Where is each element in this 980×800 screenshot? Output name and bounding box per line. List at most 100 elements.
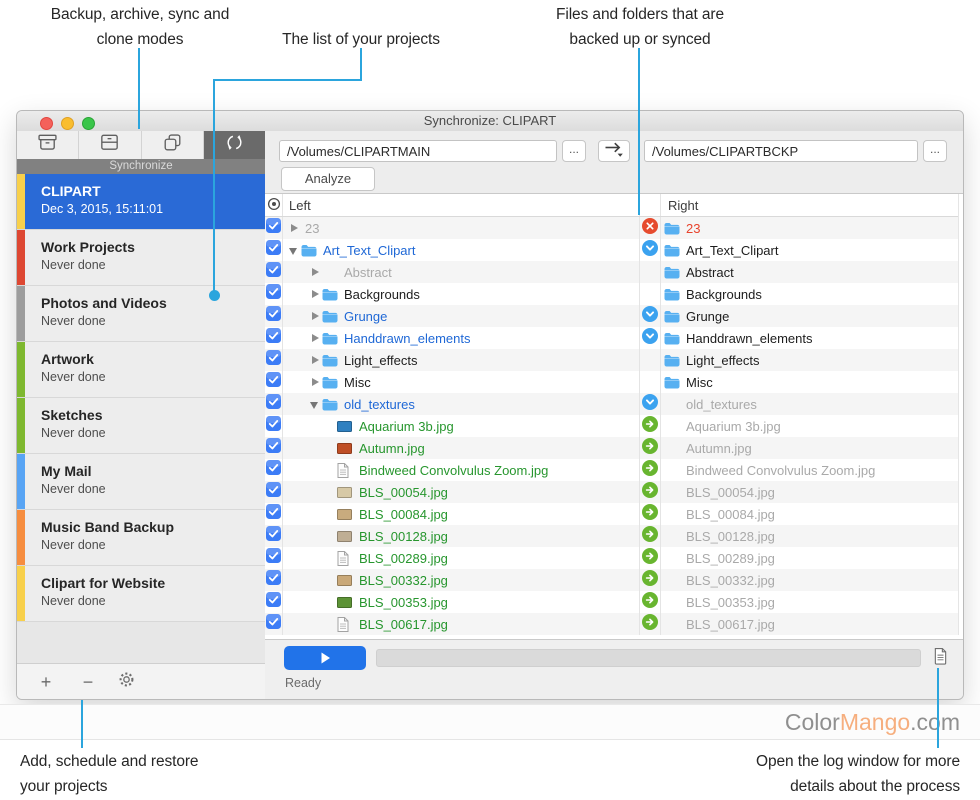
row-checkbox[interactable] <box>266 262 281 282</box>
row-checkbox[interactable] <box>266 240 281 260</box>
row-checkbox[interactable] <box>266 372 281 392</box>
project-item[interactable]: Work ProjectsNever done <box>17 230 265 286</box>
backup-mode-icon <box>36 131 59 159</box>
file-row[interactable]: BLS_00084.jpgBLS_00084.jpg <box>265 503 958 525</box>
file-row[interactable]: Handdrawn_elementsHanddrawn_elements <box>265 327 958 349</box>
file-row[interactable]: BLS_00617.jpgBLS_00617.jpg <box>265 613 958 635</box>
file-row[interactable]: BLS_00289.jpgBLS_00289.jpg <box>265 547 958 569</box>
row-checkbox[interactable] <box>266 438 281 458</box>
file-row[interactable]: BackgroundsBackgrounds <box>265 283 958 305</box>
sync-direction-button[interactable] <box>598 140 630 162</box>
mode-tab-archive[interactable] <box>79 131 141 159</box>
project-list: CLIPARTDec 3, 2015, 15:11:01Work Project… <box>17 174 265 622</box>
settings-button[interactable] <box>115 664 137 700</box>
left-item-name: Handdrawn_elements <box>342 331 470 346</box>
archive-mode-icon <box>98 131 121 159</box>
file-row[interactable]: Art_Text_ClipartArt_Text_Clipart <box>265 239 958 261</box>
file-row[interactable]: Light_effectsLight_effects <box>265 349 958 371</box>
folder-icon <box>322 288 342 301</box>
file-row[interactable]: AbstractAbstract <box>265 261 958 283</box>
row-checkbox[interactable] <box>266 306 281 326</box>
file-row[interactable]: MiscMisc <box>265 371 958 393</box>
row-checkbox[interactable] <box>266 394 281 414</box>
project-item[interactable]: SketchesNever done <box>17 398 265 454</box>
status-down-icon <box>642 306 658 327</box>
start-sync-button[interactable] <box>284 646 366 670</box>
disclosure-toggle-icon[interactable] <box>308 371 322 393</box>
disclosure-toggle-icon[interactable] <box>308 393 322 415</box>
row-checkbox[interactable] <box>266 328 281 348</box>
callout-line-log <box>937 668 939 748</box>
analyze-button[interactable]: Analyze <box>281 167 375 191</box>
mode-label: Synchronize <box>17 159 265 174</box>
close-button[interactable] <box>40 117 53 130</box>
disclosure-toggle-icon[interactable] <box>308 283 322 305</box>
disclosure-toggle-icon[interactable] <box>287 239 301 261</box>
right-item-name: Light_effects <box>684 353 759 368</box>
file-list: 2323Art_Text_ClipartArt_Text_ClipartAbst… <box>265 217 958 635</box>
left-item-name: BLS_00353.jpg <box>357 595 448 610</box>
row-checkbox[interactable] <box>266 570 281 590</box>
row-checkbox[interactable] <box>266 526 281 546</box>
row-checkbox[interactable] <box>266 504 281 524</box>
disclosure-toggle-icon[interactable] <box>308 305 322 327</box>
project-item[interactable]: CLIPARTDec 3, 2015, 15:11:01 <box>17 174 265 230</box>
file-row[interactable]: 2323 <box>265 217 958 239</box>
row-checkbox[interactable] <box>266 482 281 502</box>
file-row[interactable]: Autumn.jpgAutumn.jpg <box>265 437 958 459</box>
row-checkbox[interactable] <box>266 350 281 370</box>
mode-tab-backup[interactable] <box>17 131 79 159</box>
remove-project-button[interactable]: − <box>77 664 99 700</box>
callout-line-files <box>638 48 640 215</box>
title-bar[interactable]: Synchronize: CLIPART <box>17 111 963 132</box>
project-item[interactable]: My MailNever done <box>17 454 265 510</box>
row-checkbox[interactable] <box>266 548 281 568</box>
row-checkbox[interactable] <box>266 284 281 304</box>
project-color-stripe <box>17 342 25 397</box>
annotation-files: Files and folders that are backed up or … <box>556 2 724 52</box>
project-item[interactable]: Clipart for WebsiteNever done <box>17 566 265 622</box>
file-row[interactable]: BLS_00054.jpgBLS_00054.jpg <box>265 481 958 503</box>
mode-tab-clone[interactable] <box>142 131 204 159</box>
right-column-header: Right <box>661 194 958 216</box>
open-log-button[interactable] <box>929 647 951 671</box>
status-copy-icon <box>642 504 658 525</box>
project-item[interactable]: ArtworkNever done <box>17 342 265 398</box>
row-checkbox[interactable] <box>266 614 281 634</box>
file-row[interactable]: old_texturesold_textures <box>265 393 958 415</box>
file-row[interactable]: Aquarium 3b.jpgAquarium 3b.jpg <box>265 415 958 437</box>
file-row[interactable]: Bindweed Convolvulus Zoom.jpgBindweed Co… <box>265 459 958 481</box>
browse-left-button[interactable]: ... <box>562 140 586 162</box>
file-list-header: Left Right <box>265 194 958 217</box>
document-icon <box>337 463 357 478</box>
right-path-input[interactable] <box>644 140 918 162</box>
row-checkbox[interactable] <box>266 460 281 480</box>
minimize-button[interactable] <box>61 117 74 130</box>
disclosure-toggle-icon[interactable] <box>308 349 322 371</box>
project-item[interactable]: Music Band BackupNever done <box>17 510 265 566</box>
project-item[interactable]: Photos and VideosNever done <box>17 286 265 342</box>
row-checkbox[interactable] <box>266 416 281 436</box>
disclosure-toggle-icon[interactable] <box>308 327 322 349</box>
sidebar-footer: + − <box>17 663 265 700</box>
zoom-button[interactable] <box>82 117 95 130</box>
file-row[interactable]: GrungeGrunge <box>265 305 958 327</box>
arrow-right-icon <box>603 141 625 161</box>
left-path-input[interactable] <box>279 140 557 162</box>
add-project-button[interactable]: + <box>35 664 57 700</box>
folder-icon <box>664 222 684 235</box>
row-checkbox[interactable] <box>266 218 281 238</box>
file-row[interactable]: BLS_00332.jpgBLS_00332.jpg <box>265 569 958 591</box>
clone-mode-icon <box>161 131 184 159</box>
left-item-name: Grunge <box>342 309 387 324</box>
project-name: Sketches <box>41 407 102 423</box>
folder-icon <box>322 332 342 345</box>
disclosure-toggle-icon[interactable] <box>308 261 322 283</box>
row-checkbox[interactable] <box>266 592 281 612</box>
file-row[interactable]: BLS_00353.jpgBLS_00353.jpg <box>265 591 958 613</box>
file-row[interactable]: BLS_00128.jpgBLS_00128.jpg <box>265 525 958 547</box>
browse-right-button[interactable]: ... <box>923 140 947 162</box>
folder-icon <box>322 398 342 411</box>
disclosure-toggle-icon[interactable] <box>287 217 301 239</box>
right-item-name: Backgrounds <box>684 287 762 302</box>
